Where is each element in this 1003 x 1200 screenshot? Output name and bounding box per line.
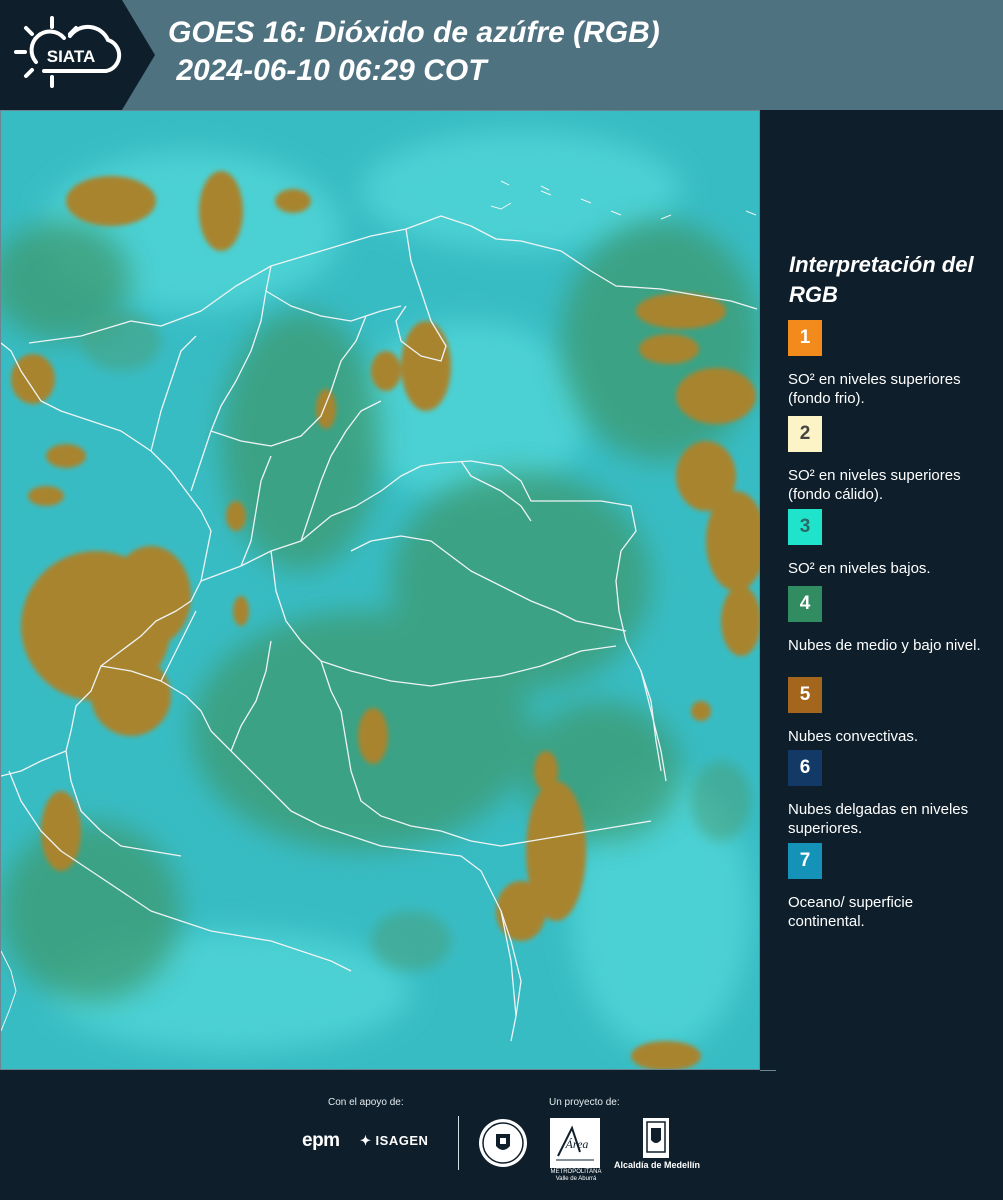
legend-swatch: 1 — [788, 320, 822, 356]
siata-logo: SIATA — [0, 0, 155, 110]
medellin-seal-icon — [479, 1119, 527, 1167]
legend-title: Interpretación del RGB — [789, 252, 974, 307]
alcaldia-caption: Alcaldía de Medellín — [613, 1160, 701, 1170]
area-metropolitana-logo: Área — [550, 1118, 600, 1168]
alcaldia-shield-icon — [643, 1118, 669, 1158]
legend-swatch: 4 — [788, 586, 822, 622]
legend-label: Nubes delgadas en niveles superiores. — [788, 801, 969, 837]
legend-label: SO² en niveles bajos. — [788, 560, 931, 577]
legend-label: SO² en niveles superiores (fondo frio). — [788, 371, 961, 407]
legend-label: Nubes convectivas. — [788, 728, 919, 745]
logo-text: SIATA — [47, 47, 95, 66]
isagen-logo: ✦ ISAGEN — [360, 1133, 428, 1149]
footer: Con el apoyo de: Un proyecto de: epm ✦ I… — [0, 1070, 1003, 1200]
legend-swatch: 2 — [788, 416, 822, 452]
area-metropolitana-caption: METROPOLITANA Valle de Aburrá — [550, 1169, 602, 1182]
epm-logo: epm — [302, 1130, 340, 1151]
legend-swatch: 6 — [788, 750, 822, 786]
legend-panel: Interpretación del RGB 1 SO² en niveles s… — [760, 110, 1003, 1070]
legend-item: 7 Oceano/ superficie continental. — [788, 843, 993, 931]
header: SIATA GOES 16: Dióxido de azúfre (RGB) 2… — [0, 0, 1003, 110]
legend-item: 2 SO² en niveles superiores (fondo cálido… — [788, 416, 993, 504]
footer-divider-line — [760, 1070, 776, 1071]
area-wordmark: Área — [565, 1137, 589, 1151]
legend-item: 1 SO² en niveles superiores (fondo frio). — [788, 320, 993, 408]
legend-swatch: 5 — [788, 677, 822, 713]
isagen-wordmark: ISAGEN — [375, 1133, 429, 1148]
legend-item: 4 Nubes de medio y bajo nivel. — [788, 586, 993, 655]
isagen-star-icon: ✦ — [360, 1133, 372, 1148]
project-label: Un proyecto de: — [549, 1097, 620, 1108]
footer-divider — [458, 1116, 459, 1170]
legend-item: 3 SO² en niveles bajos. — [788, 509, 993, 578]
legend-label: Nubes de medio y bajo nivel. — [788, 637, 981, 654]
satellite-map-image — [1, 111, 759, 1069]
legend-label: Oceano/ superficie continental. — [788, 894, 914, 930]
legend-item: 5 Nubes convectivas. — [788, 677, 993, 746]
area-metropolitana-icon: Área — [556, 1125, 594, 1161]
legend-swatch: 3 — [788, 509, 822, 545]
satellite-map[interactable] — [0, 110, 760, 1070]
sun-cloud-icon: SIATA — [14, 16, 122, 88]
legend-swatch: 7 — [788, 843, 822, 879]
support-label: Con el apoyo de: — [328, 1097, 404, 1108]
legend-item: 6 Nubes delgadas en niveles superiores. — [788, 750, 993, 838]
page-title: GOES 16: Dióxido de azúfre (RGB) 2024-06… — [168, 16, 660, 87]
legend-label: SO² en niveles superiores (fondo cálido)… — [788, 467, 961, 503]
